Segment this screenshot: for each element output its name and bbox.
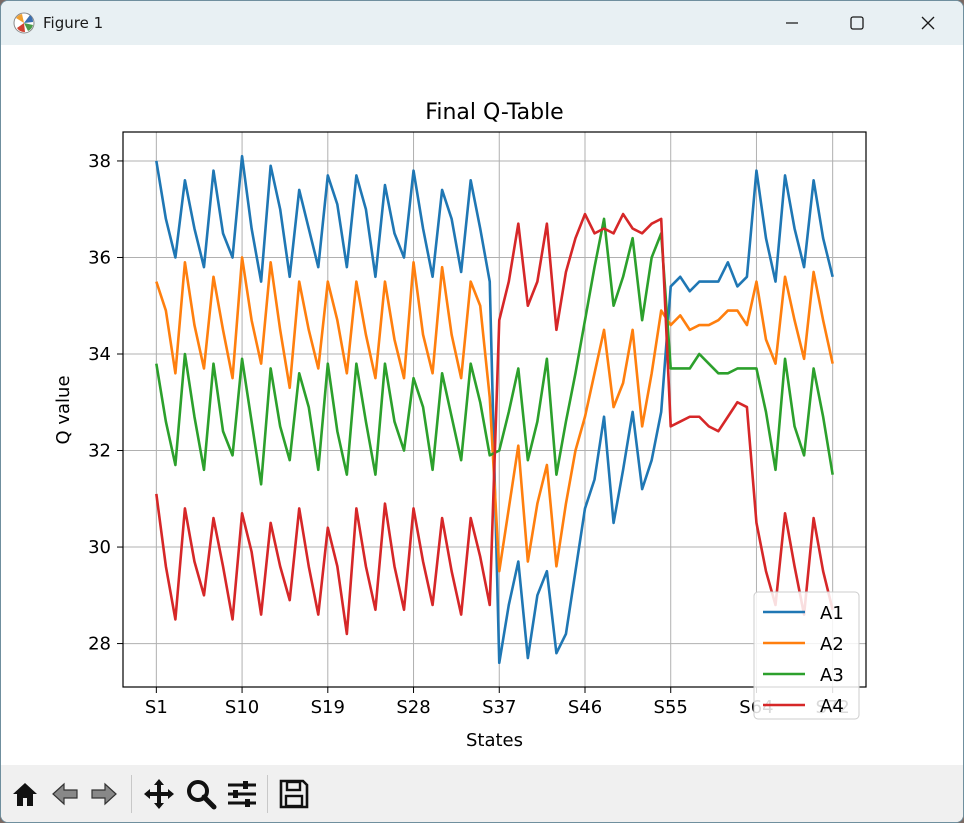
configure-subplots-button[interactable] <box>225 777 259 811</box>
app-icon <box>13 12 35 34</box>
x-tick-label: S28 <box>396 697 430 718</box>
navigation-toolbar <box>1 765 963 822</box>
minimize-icon <box>786 22 798 24</box>
home-icon <box>13 783 37 806</box>
save-icon <box>279 779 309 809</box>
x-axis-label: States <box>466 730 523 751</box>
zoom-icon <box>187 780 217 810</box>
forward-button[interactable] <box>87 777 121 811</box>
y-tick-label: 36 <box>88 247 111 268</box>
pan-icon <box>144 779 174 809</box>
series-line-a4 <box>155 212 834 636</box>
chart-title: Final Q-Table <box>425 100 563 125</box>
x-tick-label: S46 <box>568 697 602 718</box>
x-tick-label: S10 <box>225 697 259 718</box>
y-tick-label: 32 <box>88 441 111 462</box>
y-tick-label: 28 <box>88 634 111 655</box>
back-icon <box>52 782 78 806</box>
close-button[interactable] <box>905 1 951 45</box>
y-tick-label: 30 <box>88 537 111 558</box>
forward-icon <box>91 782 117 806</box>
chart: S1S10S19S28S37S46S55S64S72283032343638 F… <box>53 100 867 751</box>
x-tick-label: S55 <box>654 697 688 718</box>
minimize-button[interactable] <box>769 1 815 45</box>
maximize-button[interactable] <box>834 1 880 45</box>
maximize-icon <box>850 16 864 30</box>
figure-canvas[interactable]: S1S10S19S28S37S46S55S64S72283032343638 F… <box>1 45 963 765</box>
x-tick-label: S1 <box>145 697 168 718</box>
title-bar: Figure 1 <box>1 1 963 45</box>
y-tick-label: 34 <box>88 344 111 365</box>
figure-window: Figure 1 S1S10S19S28S37S46S55S64S7228303… <box>0 0 964 823</box>
save-button[interactable] <box>277 777 311 811</box>
legend-label: A1 <box>820 603 844 624</box>
y-axis-label: Q value <box>53 375 74 444</box>
pan-button[interactable] <box>142 777 176 811</box>
legend-label: A3 <box>820 665 844 686</box>
toolbar-separator <box>131 775 132 813</box>
x-tick-label: S37 <box>482 697 516 718</box>
legend-label: A2 <box>820 634 844 655</box>
close-icon <box>921 16 935 30</box>
back-button[interactable] <box>48 777 82 811</box>
legend-label: A4 <box>820 696 844 717</box>
toolbar-separator <box>267 775 268 813</box>
x-tick-label: S19 <box>311 697 345 718</box>
legend: A1 A2 A3 A4 <box>753 591 860 720</box>
configure-subplots-icon <box>228 781 256 807</box>
home-button[interactable] <box>8 777 42 811</box>
y-tick-label: 38 <box>88 151 111 172</box>
window-title: Figure 1 <box>43 14 104 32</box>
zoom-button[interactable] <box>184 777 218 811</box>
